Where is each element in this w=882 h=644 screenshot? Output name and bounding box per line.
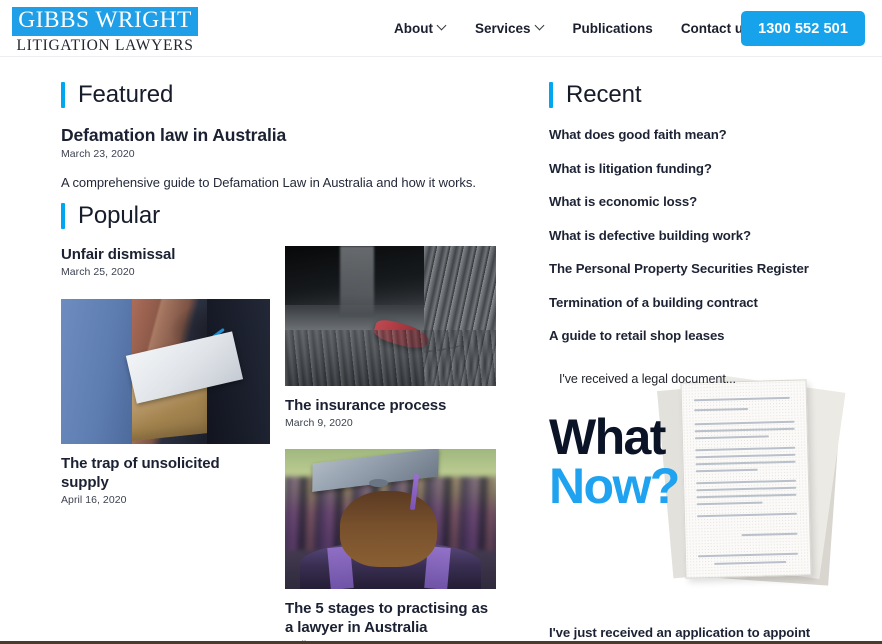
popular-left-column: Unfair dismissal March 25, 2020 The trap… (61, 246, 270, 506)
recent-list-item[interactable]: The Personal Property Securities Registe… (549, 261, 849, 276)
popular-card: The trap of unsolicited supply April 16,… (61, 299, 270, 506)
recent-list-item[interactable]: What is economic loss? (549, 194, 849, 209)
chevron-down-icon (536, 22, 545, 31)
article-date: March 23, 2020 (61, 148, 135, 161)
popular-section: Popular Unfair dismissal March 25, 2020 (61, 203, 501, 644)
advertisement-block: I've received a legal document... What N… (549, 365, 849, 644)
popular-card: The 5 stages to practising as a lawyer i… (285, 449, 496, 644)
recent-list-item[interactable]: A guide to retail shop leases (549, 328, 849, 343)
nav-item-label: Publications (572, 21, 653, 36)
photo-detail (339, 246, 374, 316)
article-title[interactable]: The trap of unsolicited supply (61, 455, 270, 492)
ad-headline-line2: Now? (549, 458, 680, 514)
site-header: GIBBS WRIGHT LITIGATION LAWYERS About Se… (0, 0, 882, 57)
article-thumbnail-lawyer-stages[interactable] (285, 449, 496, 590)
recent-list-item[interactable]: Termination of a building contract (549, 295, 849, 310)
featured-article: Defamation law in Australia March 23, 20… (61, 125, 501, 193)
article-date: March 25, 2020 (61, 266, 135, 279)
article-title[interactable]: The 5 stages to practising as a lawyer i… (285, 600, 496, 637)
article-date: April 16, 2020 (61, 493, 127, 506)
nav-item-label: Services (474, 21, 531, 36)
recent-list-item[interactable]: What does good faith mean? (549, 127, 849, 142)
photo-detail (339, 491, 437, 567)
phone-cta-button[interactable]: 1300 552 501 (741, 11, 865, 46)
recent-section: Recent What does good faith mean? What i… (549, 82, 849, 362)
article-thumbnail-unsolicited-supply[interactable] (61, 299, 270, 445)
ad-headline-line1: What (549, 409, 666, 465)
logo-secondary-text: LITIGATION LAWYERS (16, 36, 194, 54)
site-logo[interactable]: GIBBS WRIGHT LITIGATION LAWYERS (12, 7, 198, 53)
featured-section: Featured Defamation law in Australia Mar… (61, 82, 501, 193)
article-date: March 9, 2020 (285, 417, 353, 430)
chevron-down-icon (438, 22, 447, 31)
accent-bar-icon (549, 82, 553, 108)
document-page-front (680, 379, 812, 579)
accent-bar-icon (61, 203, 65, 229)
nav-item-services[interactable]: Services (461, 21, 559, 36)
advertisement-banner[interactable]: I've received a legal document... What N… (549, 365, 849, 615)
popular-card: Unfair dismissal March 25, 2020 (61, 246, 270, 278)
accent-bar-icon (61, 82, 65, 108)
page-root: GIBBS WRIGHT LITIGATION LAWYERS About Se… (0, 0, 882, 644)
recent-list-item[interactable]: What is defective building work? (549, 228, 849, 243)
section-title: Popular (78, 202, 161, 229)
photo-detail (207, 299, 270, 445)
recent-heading: Recent (549, 82, 849, 108)
popular-heading: Popular (61, 203, 501, 229)
nav-item-publications[interactable]: Publications (559, 21, 667, 36)
nav-item-about[interactable]: About (380, 21, 461, 36)
photo-detail (166, 346, 206, 380)
photo-detail (400, 340, 465, 356)
article-title[interactable]: Defamation law in Australia (61, 125, 501, 146)
section-title: Recent (566, 81, 642, 108)
ad-kicker-text: I've received a legal document... (559, 372, 736, 386)
section-title: Featured (78, 81, 174, 108)
page-content: Featured Defamation law in Australia Mar… (0, 57, 882, 644)
main-navigation: About Services Publications Contact us (380, 0, 765, 57)
article-excerpt: A comprehensive guide to Defamation Law … (61, 175, 476, 191)
photo-detail (61, 299, 133, 445)
recent-list: What does good faith mean? What is litig… (549, 127, 849, 343)
popular-right-column: The insurance process March 9, 2020 The … (285, 246, 496, 644)
article-thumbnail-insurance-process[interactable] (285, 246, 496, 386)
popular-card: The insurance process March 9, 2020 (285, 246, 496, 429)
photo-detail (371, 317, 431, 353)
recent-list-item[interactable]: What is litigation funding? (549, 161, 849, 176)
legal-documents-illustration (649, 375, 849, 596)
article-title[interactable]: Unfair dismissal (61, 246, 270, 264)
featured-heading: Featured (61, 82, 501, 108)
nav-item-label: About (394, 21, 433, 36)
logo-primary-text: GIBBS WRIGHT (12, 7, 198, 36)
article-title[interactable]: The insurance process (285, 397, 496, 415)
